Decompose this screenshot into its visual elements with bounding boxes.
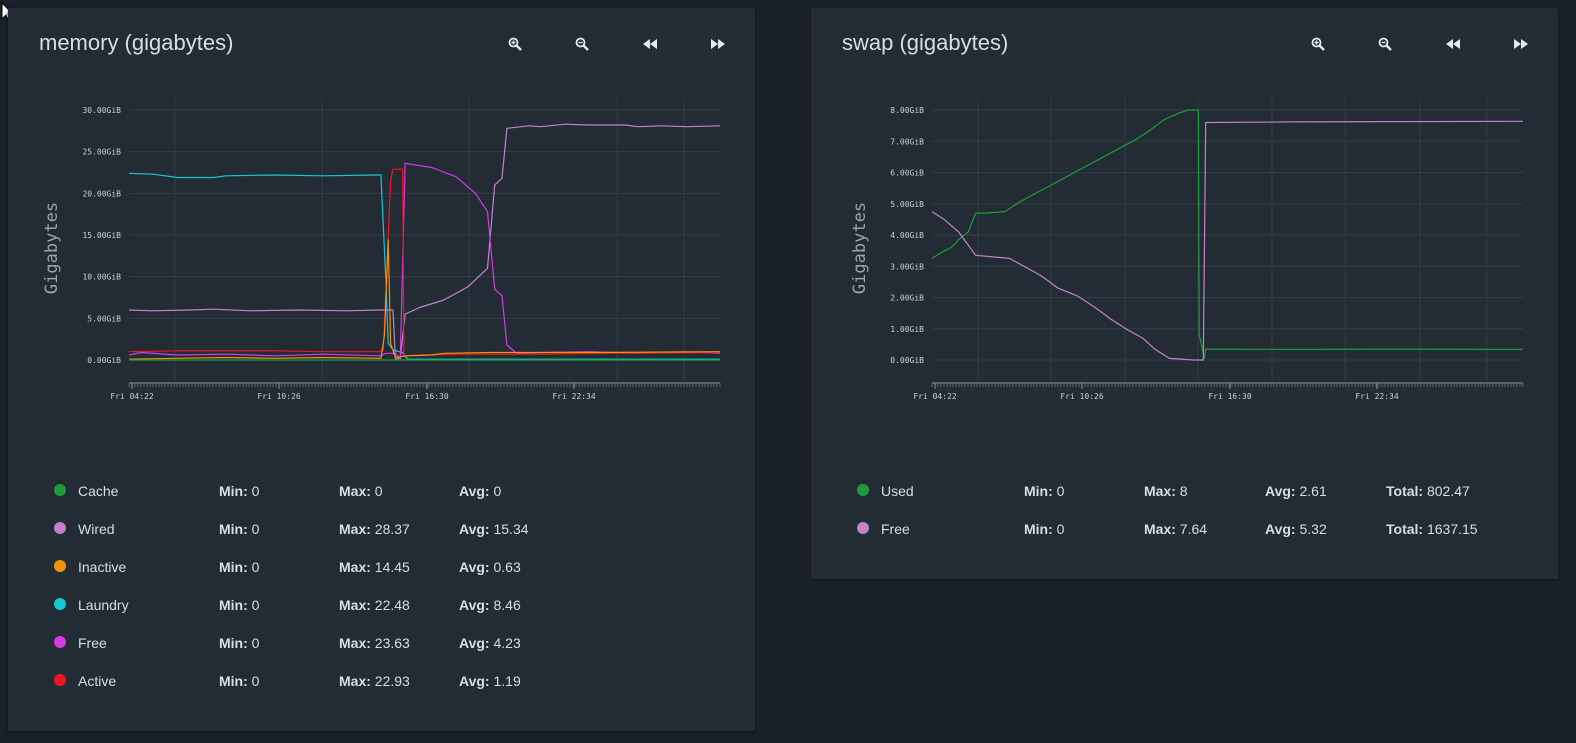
y-tick-label: 6.00GiB [890, 169, 924, 178]
y-tick-label: 8.00GiB [890, 106, 924, 115]
legend-row-inactive[interactable]: Inactive Min: 0 Max: 14.45 Avg: 0.63 [8, 557, 755, 577]
x-tick-label: Fri 16:30 [405, 392, 449, 401]
legend-series-name: Cache [78, 483, 119, 499]
x-tick-label: Fri 22:34 [1355, 392, 1399, 401]
legend-row-active[interactable]: Active Min: 0 Max: 22.93 Avg: 1.19 [8, 671, 755, 691]
y-tick-label: 3.00GiB [890, 262, 924, 271]
x-tick-label: Fri 22:34 [552, 392, 596, 401]
y-axis-title: Gigabytes [42, 202, 62, 294]
legend-stat-avg: Avg: 5.32 [1265, 521, 1327, 537]
series-line-active [128, 168, 721, 357]
legend-series-name: Laundry [78, 597, 129, 613]
legend-stat-avg: Avg: 0 [459, 483, 502, 499]
y-axis-title: Gigabytes [850, 202, 870, 294]
legend-series-name: Free [78, 635, 107, 651]
legend-color-dot [857, 522, 869, 534]
legend-row-cache[interactable]: Cache Min: 0 Max: 0 Avg: 0 [8, 481, 755, 501]
y-tick-label: 15.00GiB [82, 231, 121, 240]
legend-series-name: Wired [78, 521, 115, 537]
legend-stat-min: Min: 0 [1024, 521, 1065, 537]
y-tick-label: 25.00GiB [82, 148, 121, 157]
series-line-used [931, 109, 1524, 359]
legend-color-dot [54, 522, 66, 534]
y-tick-label: 30.00GiB [82, 106, 121, 115]
y-tick-label: 2.00GiB [890, 294, 924, 303]
legend-stat-max: Max: 0 [339, 483, 383, 499]
series-line-inactive [128, 239, 721, 360]
y-tick-label: 4.00GiB [890, 231, 924, 240]
y-tick-label: 10.00GiB [82, 273, 121, 282]
legend-stat-min: Min: 0 [1024, 483, 1065, 499]
legend-series-name: Active [78, 673, 117, 689]
legend-stat-max: Max: 14.45 [339, 559, 410, 575]
legend-stat-min: Min: 0 [219, 559, 260, 575]
legend-stat-avg: Avg: 0.63 [459, 559, 521, 575]
legend-stat-total: Total: 1637.15 [1386, 521, 1478, 537]
legend-row-free[interactable]: Free Min: 0 Max: 23.63 Avg: 4.23 [8, 633, 755, 653]
legend-series-name: Used [881, 483, 914, 499]
legend-color-dot [54, 636, 66, 648]
x-tick-label: Fri 16:30 [1208, 392, 1252, 401]
y-tick-label: 0.00GiB [890, 356, 924, 365]
legend-stat-max: Max: 7.64 [1144, 521, 1208, 537]
x-tick-label: Fri 04:22 [913, 392, 957, 401]
x-tick-label: Fri 10:26 [257, 392, 301, 401]
legend-row-laundry[interactable]: Laundry Min: 0 Max: 22.48 Avg: 8.46 [8, 595, 755, 615]
legend-stat-max: Max: 22.93 [339, 673, 410, 689]
swap-chart-panel: swap (gigabytes) 0.00GiB 1.00GiB 2.00GiB 3.… [811, 8, 1558, 579]
swap-line-chart[interactable]: 0.00GiB 1.00GiB 2.00GiB 3.00GiB 4.00GiB 5.00G… [811, 8, 1558, 428]
legend-stat-max: Max: 22.48 [339, 597, 410, 613]
y-tick-label: 1.00GiB [890, 325, 924, 334]
series-line-free [931, 120, 1524, 361]
memory-chart-panel: memory (gigabytes) 0.00GiB 5.00GiB 10.00Gi… [8, 8, 755, 731]
legend-stat-avg: Avg: 2.61 [1265, 483, 1327, 499]
legend-color-dot [54, 674, 66, 686]
legend-row-used[interactable]: Used Min: 0 Max: 8 Avg: 2.61 Total: 802.47 [811, 481, 1558, 501]
legend-series-name: Free [881, 521, 910, 537]
y-tick-label: 5.00GiB [87, 314, 121, 323]
legend-row-free[interactable]: Free Min: 0 Max: 7.64 Avg: 5.32 Total: 1637.… [811, 519, 1558, 539]
legend-stat-min: Min: 0 [219, 483, 260, 499]
y-tick-label: 20.00GiB [82, 189, 121, 198]
legend-stat-avg: Avg: 4.23 [459, 635, 521, 651]
y-tick-label: 5.00GiB [890, 200, 924, 209]
legend-series-name: Inactive [78, 559, 127, 575]
y-tick-label: 7.00GiB [890, 137, 924, 146]
y-tick-label: 0.00GiB [87, 356, 121, 365]
legend-stat-max: Max: 23.63 [339, 635, 410, 651]
series-line-wired [128, 123, 721, 360]
series-line-laundry [128, 172, 720, 360]
series-line-free [128, 162, 721, 360]
legend-stat-min: Min: 0 [219, 673, 260, 689]
legend-row-wired[interactable]: Wired Min: 0 Max: 28.37 Avg: 15.34 [8, 519, 755, 539]
memory-line-chart[interactable]: 0.00GiB 5.00GiB 10.00GiB 15.00GiB 20.00GiB 25… [8, 8, 755, 428]
legend-color-dot [54, 484, 66, 496]
legend-color-dot [857, 484, 869, 496]
legend-stat-max: Max: 28.37 [339, 521, 410, 537]
legend-stat-min: Min: 0 [219, 635, 260, 651]
legend-stat-avg: Avg: 15.34 [459, 521, 529, 537]
legend-stat-avg: Avg: 8.46 [459, 597, 521, 613]
legend-stat-total: Total: 802.47 [1386, 483, 1470, 499]
legend-stat-avg: Avg: 1.19 [459, 673, 521, 689]
legend-stat-min: Min: 0 [219, 597, 260, 613]
legend-color-dot [54, 598, 66, 610]
x-tick-label: Fri 10:26 [1060, 392, 1104, 401]
legend-color-dot [54, 560, 66, 572]
legend-stat-max: Max: 8 [1144, 483, 1188, 499]
x-tick-label: Fri 04:22 [110, 392, 154, 401]
legend-stat-min: Min: 0 [219, 521, 260, 537]
